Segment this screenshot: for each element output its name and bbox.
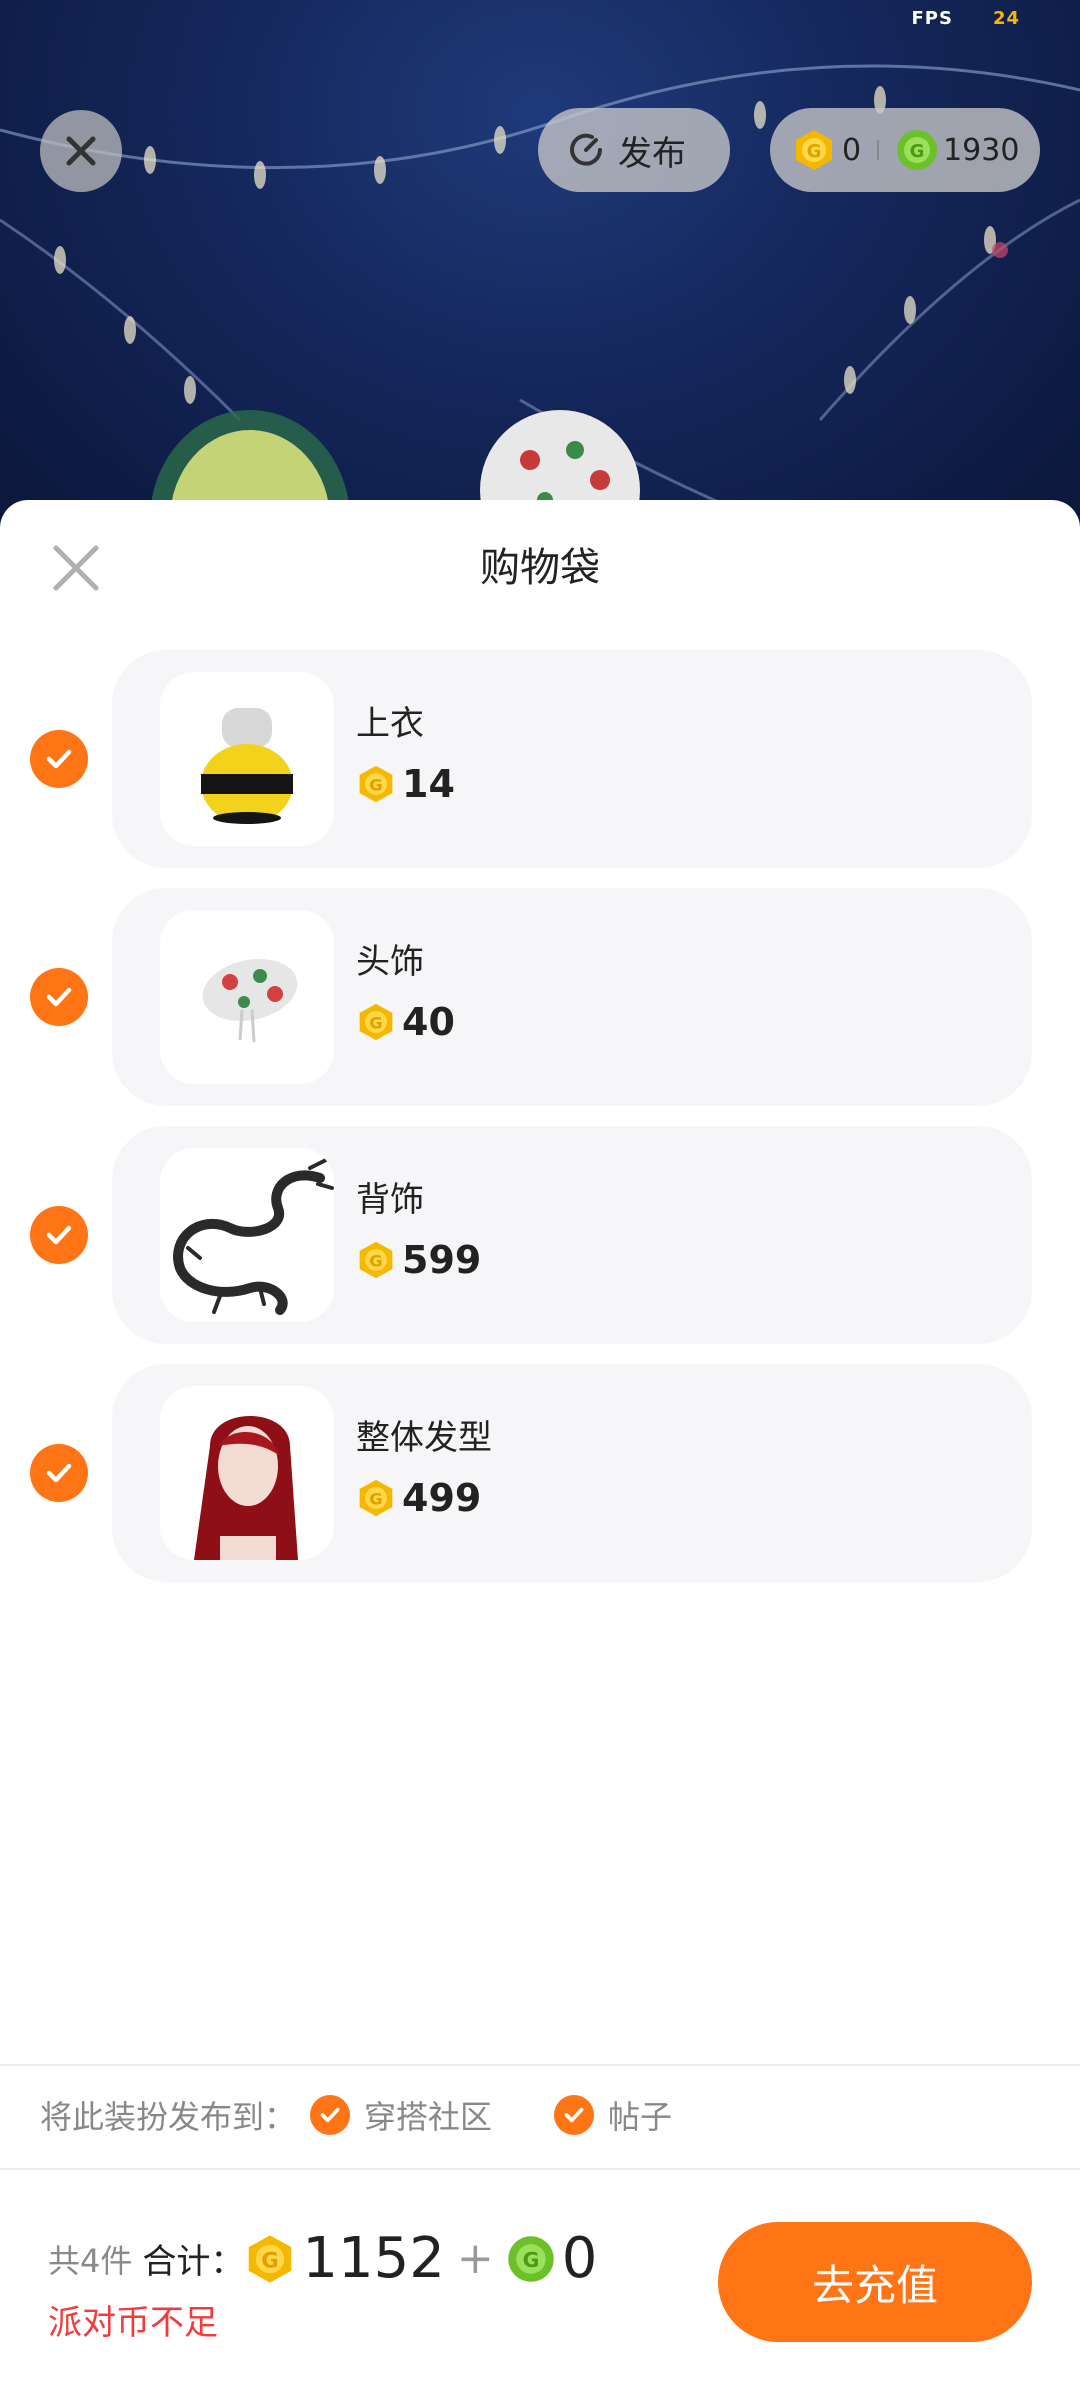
gold-coin-icon: G [359, 1479, 393, 1517]
gold-coin-icon: G [359, 765, 393, 803]
close-icon [66, 136, 96, 166]
recharge-button[interactable]: 去充值 [718, 2222, 1032, 2342]
option-label: 帖子 [608, 2098, 673, 2136]
item-price: G 599 [356, 1238, 481, 1282]
green-total: 0 [561, 2226, 598, 2291]
scene-art [0, 64, 1080, 560]
item-checkbox[interactable] [30, 968, 88, 1026]
item-name: 整体发型 [356, 1418, 492, 1458]
green-coin-icon: G [897, 130, 938, 170]
publish-option-post[interactable]: 帖子 [554, 2092, 672, 2138]
check-icon [46, 1225, 72, 1245]
option-checkbox[interactable] [310, 2095, 351, 2135]
dragon-back-icon [173, 1156, 334, 1315]
fps-value: 24 [992, 8, 1020, 29]
svg-text:G: G [369, 1489, 382, 1508]
bee-top-icon [201, 708, 293, 824]
publish-destination-row: 将此装扮发布到： 穿搭社区 帖子 [0, 2060, 1080, 2170]
item-price-value: 14 [402, 762, 455, 806]
item-price-value: 599 [402, 1238, 482, 1282]
currency-balance[interactable]: G 0 G 1930 [770, 108, 1040, 192]
item-price-value: 40 [402, 1000, 455, 1044]
sheet-title: 购物袋 [480, 545, 600, 591]
svg-text:G: G [262, 2248, 279, 2273]
publish-option-community[interactable]: 穿搭社区 [310, 2092, 492, 2138]
cart-item: 背饰 G 599 [0, 1126, 1080, 1344]
item-card[interactable]: 上衣 G 14 [112, 650, 1032, 868]
svg-text:G: G [369, 1013, 382, 1032]
item-card[interactable]: 头饰 G 40 [112, 888, 1032, 1106]
cart-item: 整体发型 G 499 [0, 1364, 1080, 1582]
red-hair-icon [194, 1416, 298, 1560]
publish-label: 发布 [618, 133, 686, 174]
item-count: 共4件 [48, 2241, 133, 2280]
item-thumbnail [160, 672, 334, 846]
svg-text:G: G [369, 1251, 382, 1270]
total-label: 合计： [142, 2242, 245, 2282]
check-icon [46, 1463, 72, 1483]
gold-coin-icon: G [796, 130, 832, 170]
check-icon [46, 987, 72, 1007]
item-checkbox[interactable] [30, 730, 88, 788]
svg-text:G: G [910, 141, 925, 162]
item-name: 上衣 [356, 704, 424, 744]
refresh-publish-icon [570, 133, 602, 166]
scene-close-button[interactable] [40, 110, 122, 192]
item-name: 头饰 [356, 942, 424, 982]
item-thumbnail [160, 1386, 334, 1560]
item-checkbox[interactable] [30, 1206, 88, 1264]
floral-hat-icon [202, 959, 298, 1043]
item-thumbnail [160, 1148, 334, 1322]
fps-counter: FPS 24 [911, 8, 1020, 29]
gold-balance: 0 [842, 132, 862, 168]
cart-item: 上衣 G 14 [0, 650, 1080, 868]
balance-divider [877, 140, 880, 160]
item-card[interactable]: 背饰 G 599 [112, 1126, 1032, 1344]
item-thumbnail [160, 910, 334, 1084]
divider [0, 2168, 1080, 2170]
item-price-value: 499 [402, 1476, 482, 1520]
item-price: G 14 [356, 762, 455, 806]
svg-text:G: G [807, 141, 822, 162]
insufficient-balance-warning: 派对币不足 [48, 2303, 218, 2343]
green-coin-icon: G [508, 2235, 554, 2282]
option-checkbox[interactable] [554, 2095, 595, 2135]
cart-item: 头饰 G 40 [0, 888, 1080, 1106]
check-icon [564, 2107, 584, 2123]
gold-coin-icon: G [249, 2234, 292, 2283]
item-checkbox[interactable] [30, 1444, 88, 1502]
check-icon [320, 2107, 340, 2123]
item-name: 背饰 [356, 1180, 424, 1220]
gold-coin-icon: G [359, 1241, 393, 1279]
option-label: 穿搭社区 [364, 2098, 493, 2136]
gold-coin-icon: G [359, 1003, 393, 1041]
publish-button[interactable]: 发布 [538, 108, 730, 192]
plus-sign: + [456, 2233, 494, 2284]
svg-text:G: G [369, 775, 382, 794]
item-price: G 40 [356, 1000, 455, 1044]
item-price: G 499 [356, 1476, 481, 1520]
gold-total: 1152 [302, 2226, 445, 2291]
green-balance: 1930 [943, 132, 1020, 168]
fps-label: FPS [911, 8, 953, 29]
item-card[interactable]: 整体发型 G 499 [112, 1364, 1032, 1582]
check-icon [46, 749, 72, 769]
svg-text:G: G [522, 2247, 539, 2271]
game-scene-background [0, 0, 1080, 560]
publish-destination-label: 将此装扮发布到： [40, 2098, 297, 2136]
order-summary: 共4件 合计： G 1152 + G 0 派对币不足 [48, 2226, 597, 2344]
